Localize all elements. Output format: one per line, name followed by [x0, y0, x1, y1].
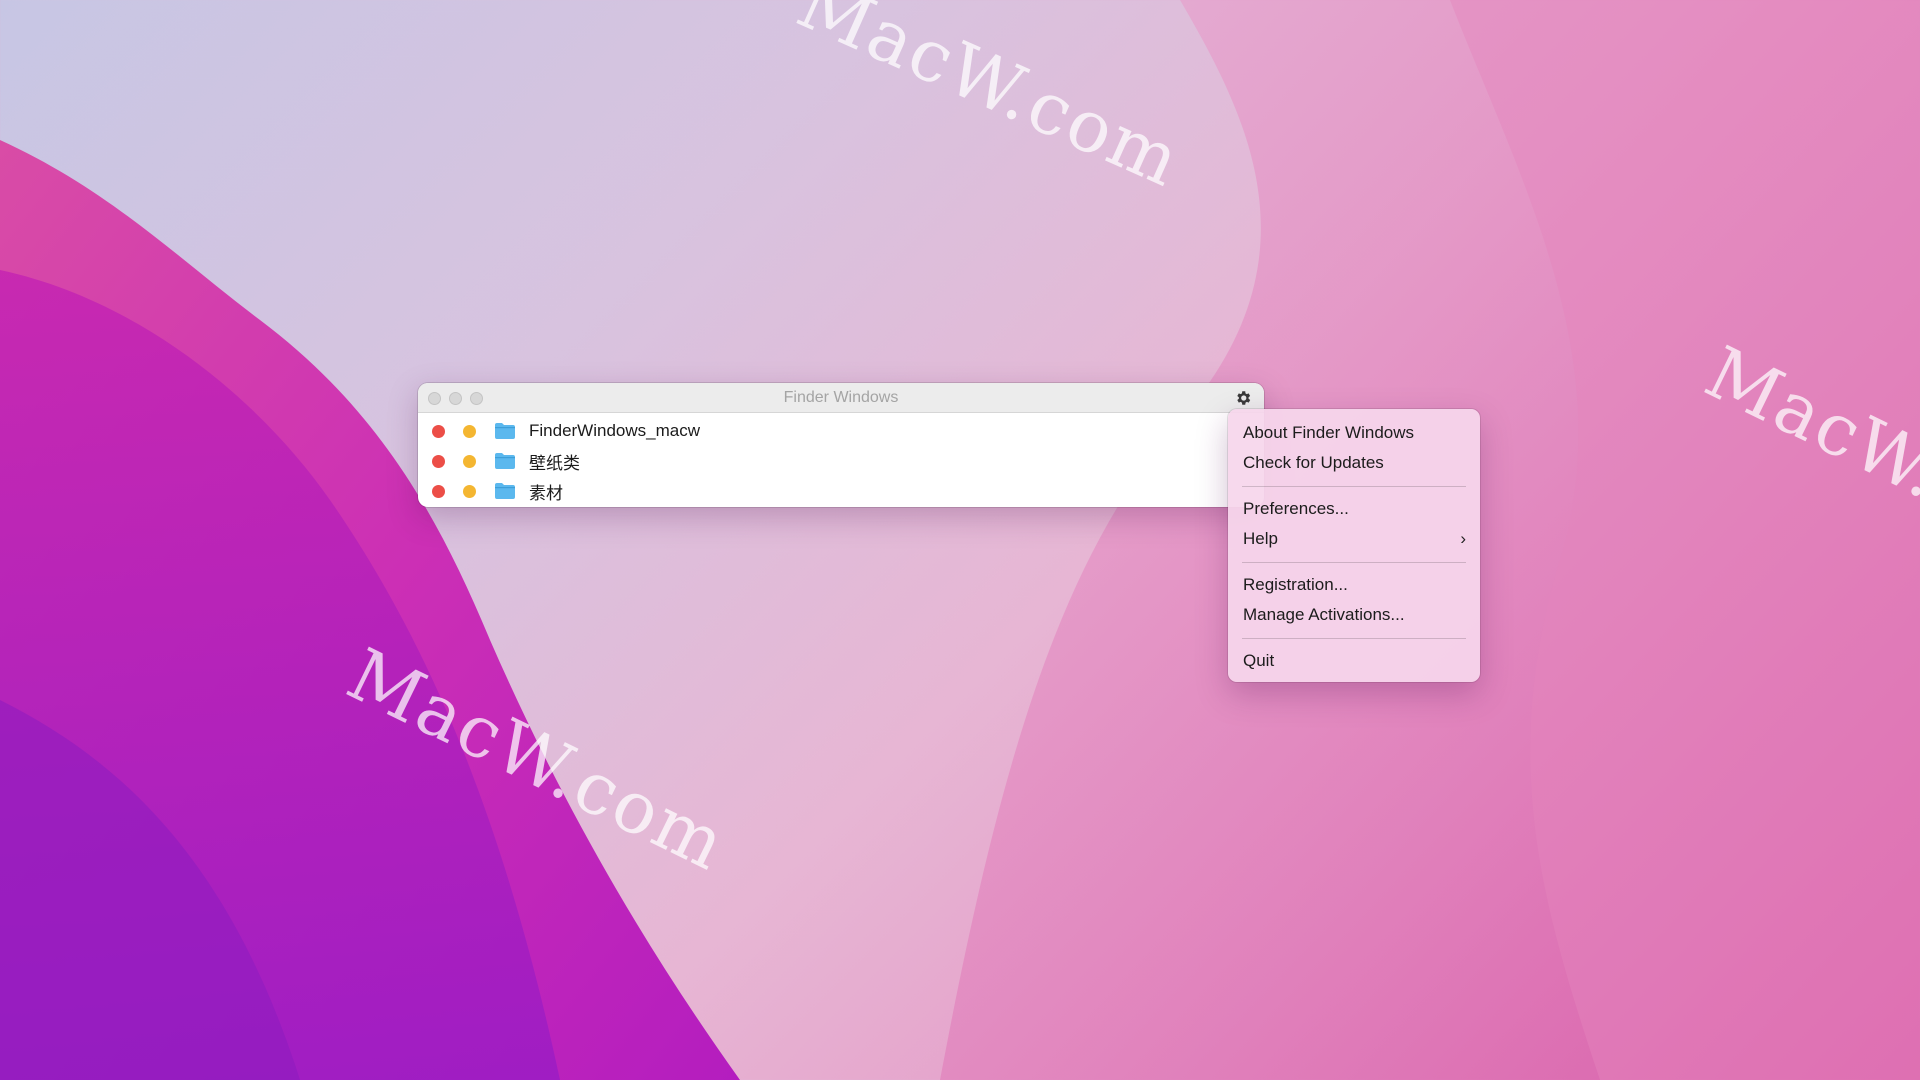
item-label: 素材 [529, 483, 563, 503]
window-title: Finder Windows [783, 389, 899, 406]
minimize-window-button[interactable] [463, 484, 476, 498]
folder-icon [494, 482, 516, 500]
menu-item-check-updates[interactable]: Check for Updates [1228, 448, 1480, 478]
list-item[interactable]: FinderWindows_macw [418, 416, 1264, 446]
menu-item-about[interactable]: About Finder Windows [1228, 418, 1480, 448]
menu-item-help[interactable]: Help › [1228, 524, 1480, 554]
list-item[interactable]: 壁纸类 [418, 446, 1264, 476]
menu-separator [1242, 486, 1466, 487]
menu-item-quit[interactable]: Quit [1228, 646, 1480, 676]
settings-menu: About Finder Windows Check for Updates P… [1228, 409, 1480, 682]
close-window-button[interactable] [432, 454, 445, 468]
menu-item-manage-activations[interactable]: Manage Activations... [1228, 600, 1480, 630]
folder-icon [494, 452, 516, 470]
minimize-window-button[interactable] [463, 424, 476, 438]
close-window-button[interactable] [432, 484, 445, 498]
desktop-wallpaper [0, 0, 1920, 1080]
menu-item-registration[interactable]: Registration... [1228, 570, 1480, 600]
menu-separator [1242, 638, 1466, 639]
close-window-button[interactable] [432, 424, 445, 438]
menu-item-preferences[interactable]: Preferences... [1228, 494, 1480, 524]
folder-icon [494, 422, 516, 440]
list-item[interactable]: 素材 [418, 476, 1264, 506]
item-label: 壁纸类 [529, 453, 580, 473]
menu-item-help-label: Help [1243, 529, 1278, 548]
menu-separator [1242, 562, 1466, 563]
finder-windows-panel: Finder Windows FinderWindows_macw 壁纸类 素材 [418, 383, 1264, 507]
chevron-right-icon: › [1460, 529, 1466, 548]
minimize-window-button[interactable] [463, 454, 476, 468]
title-bar[interactable]: Finder Windows [418, 383, 1264, 413]
window-list: FinderWindows_macw 壁纸类 素材 [418, 413, 1264, 506]
item-label: FinderWindows_macw [529, 421, 700, 440]
gear-icon[interactable] [1232, 387, 1254, 409]
